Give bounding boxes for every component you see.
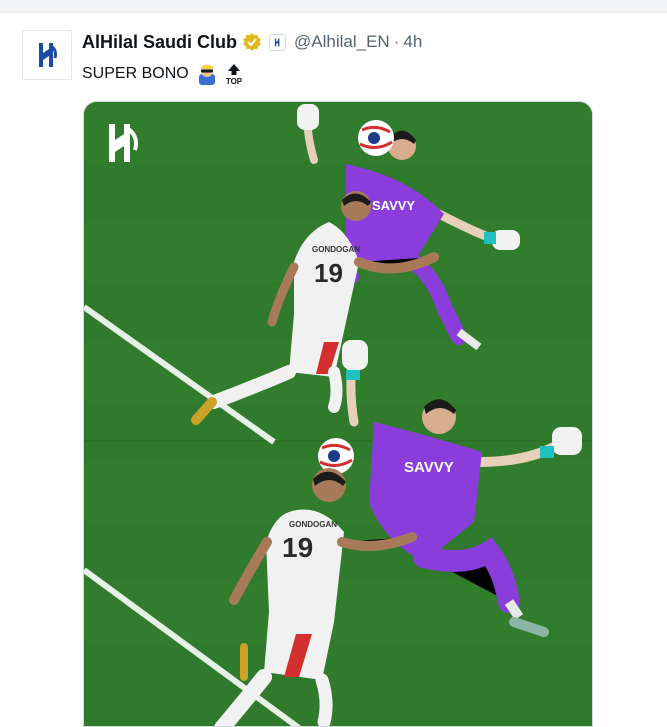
tweet-text-content: SUPER BONO xyxy=(82,65,189,82)
display-name[interactable]: AlHilal Saudi Club xyxy=(82,32,237,53)
sponsor-top: SAVVY xyxy=(372,198,415,213)
football-save-photo: SAVVY GONDOGAN 19 SAVVY GONDOGAN 19 xyxy=(84,102,592,726)
top-divider xyxy=(0,0,667,13)
verified-badge-icon xyxy=(242,32,262,52)
sponsor-bottom: SAVVY xyxy=(404,459,454,476)
alhilal-logo-icon xyxy=(39,43,57,67)
cool-face-emoji-icon xyxy=(195,63,219,85)
tweet-text: SUPER BONO TOP xyxy=(82,62,246,86)
tweet-header: AlHilal Saudi Club @Alhilal_EN · 4h xyxy=(82,31,422,53)
jersey-number-bottom: 19 xyxy=(282,532,313,563)
ball-bottom xyxy=(318,438,354,474)
avatar[interactable] xyxy=(22,30,72,80)
top-arrow-emoji-icon: TOP xyxy=(222,63,246,85)
affiliation-badge-icon[interactable] xyxy=(269,33,287,51)
timestamp[interactable]: 4h xyxy=(403,32,422,52)
handle[interactable]: @Alhilal_EN xyxy=(294,32,390,52)
top-arrow-label: TOP xyxy=(226,77,243,85)
jersey-name-bottom: GONDOGAN xyxy=(289,520,337,529)
ball-top xyxy=(358,120,394,156)
jersey-number-top: 19 xyxy=(314,258,343,288)
tweet-media-image[interactable]: SAVVY GONDOGAN 19 SAVVY GONDOGAN 19 xyxy=(83,101,593,727)
separator-dot: · xyxy=(393,32,400,51)
jersey-name-top: GONDOGAN xyxy=(312,245,360,254)
